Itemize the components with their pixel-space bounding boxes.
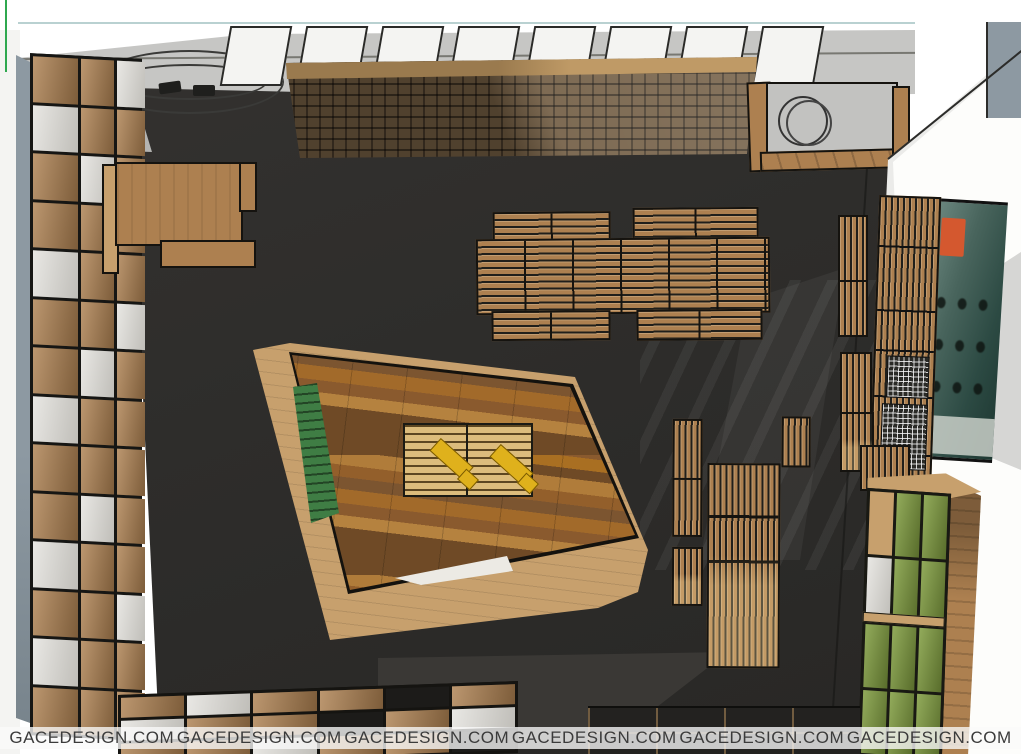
locker-cell [868,491,894,556]
wire-basket-1 [886,355,929,398]
locker-cell [917,627,943,692]
bench-b-left-2 [672,478,702,537]
bin-cell [320,689,383,711]
watermark-text: GACEDESIGN.COM [847,728,1012,748]
table-b-main [706,463,780,668]
watermark-text: GACEDESIGN.COM [9,728,174,748]
axis-line-green [5,0,7,72]
bench-b-left-1 [672,419,702,482]
locker-cell [922,495,948,560]
bench-r-1 [838,215,868,282]
bench-r-2 [838,280,868,337]
watermark-text: GACEDESIGN.COM [344,728,509,748]
green-locker-unit [858,464,988,754]
bench-r-3 [840,352,872,414]
interior-render-canvas: GACEDESIGN.COMGACEDESIGN.COMGACEDESIGN.C… [0,0,1021,754]
bench-b-right-1 [782,416,811,467]
bin-cell [386,686,449,708]
locker-cell [863,624,889,689]
watermark-text: GACEDESIGN.COM [512,728,677,748]
bin-cell [452,707,515,729]
bin-cell [253,691,316,713]
watermark-strip: GACEDESIGN.COMGACEDESIGN.COMGACEDESIGN.C… [0,727,1021,749]
bench-b-left-3 [672,547,703,606]
watermark-text: GACEDESIGN.COM [177,728,342,748]
locker-cell [890,625,916,690]
bin-cell [121,696,184,718]
watermark-text: GACEDESIGN.COM [679,728,844,748]
bin-cell [452,684,515,706]
locker-cell [895,493,921,558]
bin-cell [187,693,250,715]
